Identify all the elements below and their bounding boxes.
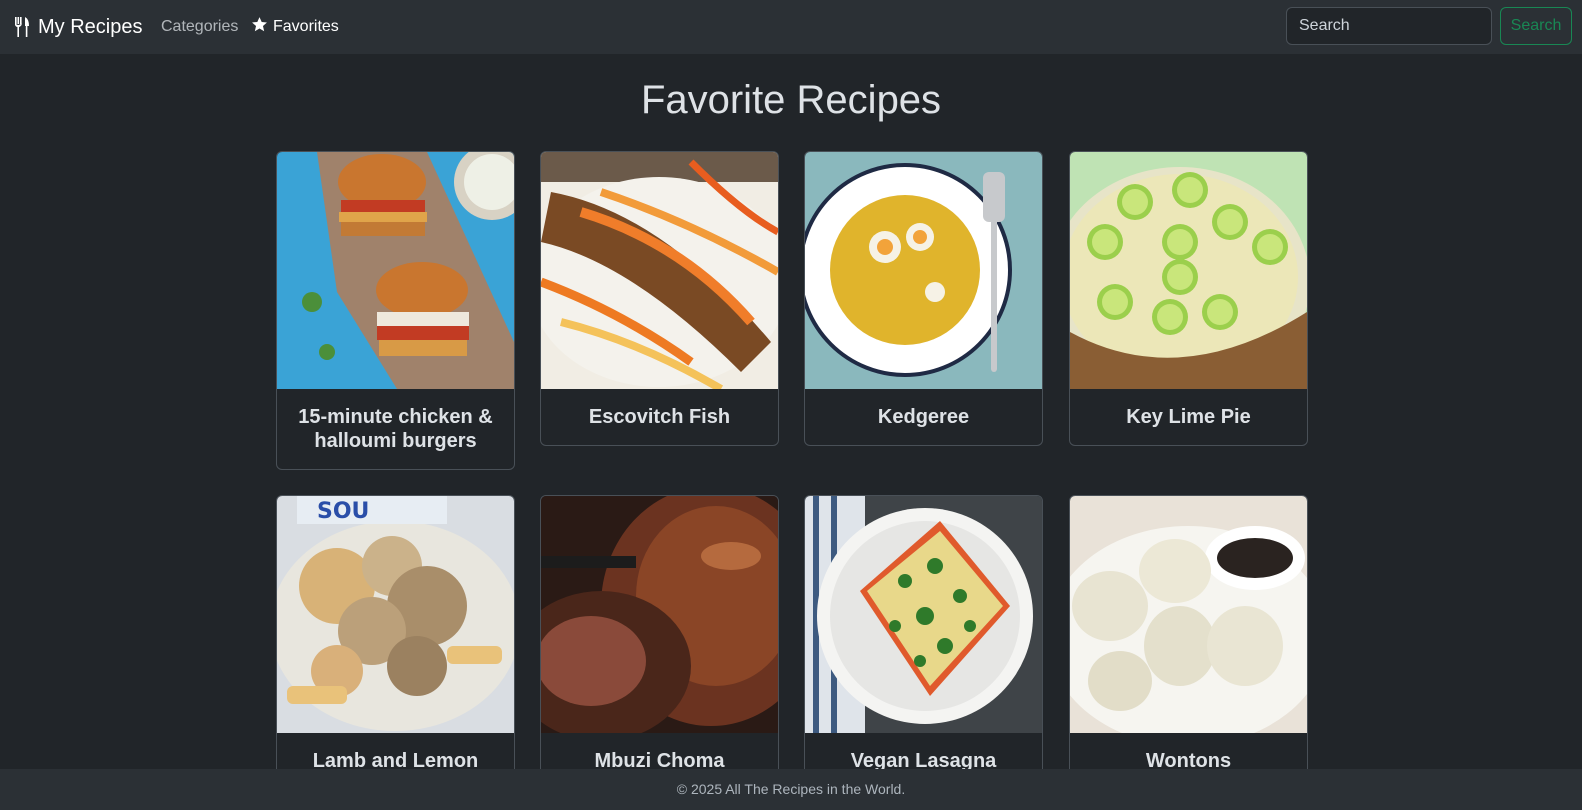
card-body: Kedgeree <box>805 389 1042 445</box>
recipe-image <box>1070 152 1307 389</box>
search-input[interactable] <box>1286 7 1492 45</box>
brand-label: My Recipes <box>38 15 143 38</box>
recipe-image <box>805 152 1042 389</box>
recipe-image <box>805 496 1042 733</box>
page-title: Favorite Recipes <box>640 78 942 122</box>
recipe-image <box>277 152 514 389</box>
recipe-image <box>541 496 778 733</box>
nav-categories-label: Categories <box>161 18 239 35</box>
card-body: 15-minute chicken & halloumi burgers <box>277 389 514 469</box>
recipe-card[interactable]: 15-minute chicken & halloumi burgers <box>276 151 515 470</box>
recipe-image <box>541 152 778 389</box>
nav-favorites-label: Favorites <box>273 18 339 35</box>
star-icon <box>251 16 268 38</box>
recipe-card[interactable]: Wontons <box>1069 495 1308 790</box>
recipe-card[interactable]: Escovitch Fish <box>540 151 779 446</box>
nav-categories[interactable]: Categories <box>161 0 238 54</box>
recipe-title: Key Lime Pie <box>1126 406 1251 428</box>
recipe-card[interactable]: Mbuzi Choma (Roasted Goat) <box>540 495 779 810</box>
utensils-icon <box>14 17 30 37</box>
recipe-image <box>1070 496 1307 733</box>
brand-link[interactable]: My Recipes <box>14 0 142 54</box>
search-button[interactable]: Search <box>1500 7 1572 45</box>
svg-text:SOU: SOU <box>317 499 369 524</box>
recipe-title: Kedgeree <box>877 406 970 428</box>
navbar: My Recipes Categories Favorites Search <box>0 0 1582 54</box>
card-body: Key Lime Pie <box>1070 389 1307 445</box>
footer-text: © 2025 All The Recipes in the World. <box>676 781 906 797</box>
recipe-title: 15-minute chicken & halloumi burgers <box>298 406 493 452</box>
recipe-card[interactable]: Kedgeree <box>804 151 1043 446</box>
nav-favorites[interactable]: Favorites <box>251 0 339 54</box>
card-body: Escovitch Fish <box>541 389 778 445</box>
recipe-card[interactable]: Vegan Lasagna <box>804 495 1043 790</box>
footer: © 2025 All The Recipes in the World. <box>0 769 1582 810</box>
recipe-image: SOU <box>277 496 514 733</box>
recipe-title: Escovitch Fish <box>588 406 731 428</box>
recipe-card[interactable]: SOU Lamb and Lemon Souvlaki <box>276 495 515 810</box>
recipe-card[interactable]: Key Lime Pie <box>1069 151 1308 446</box>
